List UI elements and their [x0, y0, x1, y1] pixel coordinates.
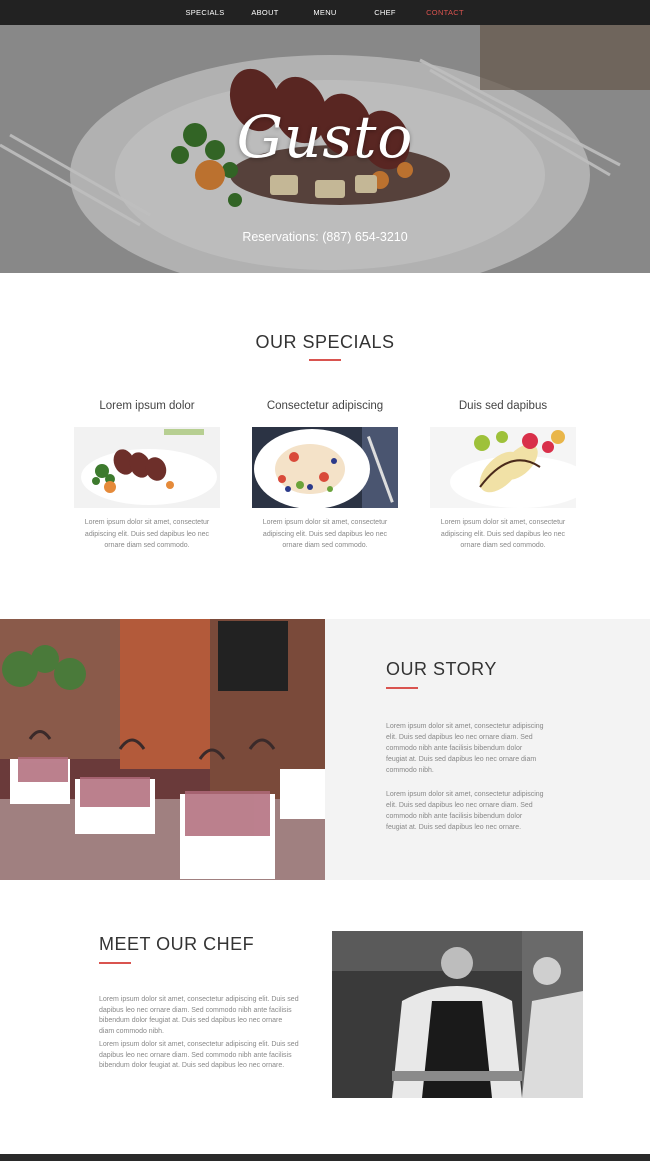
- chef-paragraph-1: Lorem ipsum dolor sit amet, consectetur …: [99, 996, 299, 1035]
- special-card-image[interactable]: [74, 427, 220, 508]
- special-card-title: Consectetur adipiscing: [266, 400, 384, 412]
- chef-heading: MEET OUR CHEF: [99, 934, 255, 954]
- special-card-3: Duis sed dapibus Lorem ipsum dolor sit a…: [430, 400, 576, 552]
- hero-logo-title: Gusto: [236, 103, 414, 171]
- story-heading: OUR STORY: [386, 659, 497, 679]
- nav-link-chef[interactable]: CHEF: [355, 8, 415, 17]
- special-card-1: Lorem ipsum dolor Lorem ipsum dolor sit …: [74, 400, 220, 552]
- chef-paragraph-2: Lorem ipsum dolor sit amet, consectetur …: [99, 1041, 299, 1069]
- nav-link-about[interactable]: ABOUT: [235, 8, 295, 17]
- specials-heading: OUR SPECIALS: [255, 332, 395, 352]
- special-card-image[interactable]: [252, 427, 398, 508]
- story-section: OUR STORY Lorem ipsum dolor sit amet, co…: [0, 619, 650, 880]
- special-card-text: Lorem ipsum dolor sit amet, consectetur …: [440, 519, 566, 549]
- special-card-text: Lorem ipsum dolor sit amet, consectetur …: [84, 519, 210, 549]
- nav-link-contact[interactable]: CONTACT: [415, 8, 475, 17]
- special-card-text: Lorem ipsum dolor sit amet, consectetur …: [262, 519, 388, 549]
- chef-photo: [332, 931, 583, 1098]
- story-paragraph-2: Lorem ipsum dolor sit amet, consectetur …: [386, 791, 544, 831]
- special-card-2: Consectetur adipiscing Lorem ipsum dolor…: [252, 400, 398, 552]
- restaurant-terrace-photo: [0, 619, 325, 880]
- top-nav: SPECIALS ABOUT MENU CHEF CONTACT: [0, 0, 650, 25]
- nav-link-menu[interactable]: MENU: [295, 8, 355, 17]
- special-card-title: Duis sed dapibus: [458, 400, 548, 412]
- reservations-text: Reservations: (887) 654-3210: [242, 230, 408, 244]
- footer-bar: [0, 1154, 650, 1161]
- nav-link-specials[interactable]: SPECIALS: [175, 8, 235, 17]
- story-heading-underline: [386, 687, 418, 689]
- special-card-title: Lorem ipsum dolor: [99, 400, 195, 412]
- specials-heading-underline: [309, 359, 341, 361]
- special-card-image[interactable]: [430, 427, 576, 508]
- story-paragraph-1: Lorem ipsum dolor sit amet, consectetur …: [386, 723, 544, 774]
- chef-heading-underline: [99, 962, 131, 964]
- hero-banner: Gusto Reservations: (887) 654-3210: [0, 25, 650, 273]
